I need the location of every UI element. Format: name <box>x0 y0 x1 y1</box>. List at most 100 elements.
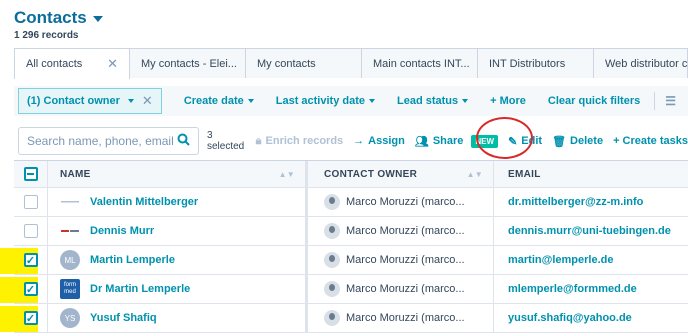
contacts-table: NAME ▲▼ CONTACT OWNER ▲▼ EMAIL Valentin Mi… <box>0 160 688 333</box>
action-label: Enrich records <box>265 135 344 147</box>
filter-list-icon[interactable]: ☰ <box>665 94 676 108</box>
chevron-down-icon <box>127 99 134 103</box>
sort-icon[interactable]: ▲▼ <box>279 170 295 179</box>
view-tabs: All contacts ✕ My contacts - Elei... My … <box>14 48 688 79</box>
row-check-cell: ✓ <box>0 246 48 274</box>
owner-avatar <box>324 252 340 268</box>
owner-name: Marco Moruzzi (marco... <box>346 196 465 208</box>
row-checkbox[interactable]: ✓ <box>23 282 38 296</box>
tab-my-contacts[interactable]: My contacts <box>246 48 362 78</box>
tab-label: Web distributor c <box>605 57 688 70</box>
create-date-filter[interactable]: Create date <box>184 95 254 107</box>
row-checkbox[interactable]: ✓ <box>23 311 38 325</box>
table-row[interactable]: Valentin Mittelberger Marco Moruzzi (mar… <box>14 188 688 217</box>
contact-owner-filter-chip[interactable]: (1) Contact owner ✕ <box>18 88 162 114</box>
column-label: CONTACT OWNER <box>324 168 418 180</box>
email-link[interactable]: dennis.murr@uni-tuebingen.de <box>494 217 688 245</box>
column-header-owner[interactable]: CONTACT OWNER ▲▼ <box>308 161 494 187</box>
tab-label: My contacts - Elei... <box>141 57 237 70</box>
selected-count: 3 selected <box>207 130 245 152</box>
column-header-name[interactable]: NAME ▲▼ <box>48 161 308 187</box>
name-cell: Valentin Mittelberger <box>48 188 308 216</box>
lock-icon: 🔒︎ <box>255 134 262 147</box>
contact-name-link[interactable]: Dennis Murr <box>90 225 154 237</box>
tab-label: All contacts <box>26 58 83 70</box>
last-activity-filter[interactable]: Last activity date <box>276 95 375 107</box>
row-check-cell: ✓ <box>0 304 48 332</box>
row-checkbox[interactable] <box>23 224 38 238</box>
owner-avatar <box>324 194 340 210</box>
chevron-down-icon[interactable] <box>92 16 103 22</box>
tab-main-contacts-int[interactable]: Main contacts INT... <box>362 48 478 78</box>
chip-label: (1) Contact owner <box>27 95 120 107</box>
tab-web-distributor[interactable]: Web distributor c <box>594 48 688 78</box>
delete-button[interactable]: 🗑︎ Delete <box>552 135 603 148</box>
email-link[interactable]: yusuf.shafiq@yahoo.de <box>494 304 688 332</box>
owner-cell: Marco Moruzzi (marco... <box>308 304 494 332</box>
users-icon: 👥︎ <box>414 135 429 148</box>
table-row[interactable]: ✓ YS Yusuf Shafiq Marco Moruzzi (marco..… <box>0 304 688 333</box>
sort-icon[interactable]: ▲▼ <box>467 170 483 179</box>
record-count: 1 296 records <box>14 30 79 41</box>
table-row[interactable]: Dennis Murr Marco Moruzzi (marco... denn… <box>14 217 688 246</box>
clear-quick-filters-button[interactable]: Clear quick filters <box>548 95 640 107</box>
row-checkbox[interactable] <box>23 195 38 209</box>
university-logo-icon <box>60 221 80 241</box>
tab-all-contacts[interactable]: All contacts ✕ <box>14 48 130 79</box>
column-label: EMAIL <box>508 168 541 180</box>
row-checkbox[interactable]: ✓ <box>23 253 38 267</box>
table-row[interactable]: ✓ form med Dr Martin Lemperle Marco Moru… <box>0 275 688 304</box>
table-row[interactable]: ✓ ML Martin Lemperle Marco Moruzzi (marc… <box>0 246 688 275</box>
owner-avatar <box>324 310 340 326</box>
tab-int-distributors[interactable]: INT Distributors <box>478 48 594 78</box>
select-all-checkbox[interactable] <box>23 167 38 181</box>
chevron-down-icon <box>247 99 254 103</box>
tab-my-contacts-elei[interactable]: My contacts - Elei... <box>130 48 246 78</box>
contact-name-link[interactable]: Dr Martin Lemperle <box>90 283 190 295</box>
owner-name: Marco Moruzzi (marco... <box>346 225 465 237</box>
lead-status-filter[interactable]: Lead status <box>397 95 469 107</box>
page-header: Contacts 1 296 records <box>14 8 103 41</box>
contact-name-link[interactable]: Martin Lemperle <box>90 254 175 266</box>
assign-button[interactable]: → Assign <box>353 135 405 147</box>
search-box[interactable] <box>18 127 199 155</box>
action-label: Assign <box>368 135 405 147</box>
avatar: YS <box>60 308 80 328</box>
new-badge: NEW <box>471 134 499 148</box>
column-header-email[interactable]: EMAIL <box>494 161 688 187</box>
company-logo-icon <box>60 192 80 212</box>
name-cell: YS Yusuf Shafiq <box>48 304 308 332</box>
trash-icon: 🗑︎ <box>552 135 567 148</box>
name-cell: ML Martin Lemperle <box>48 246 308 274</box>
contact-name-link[interactable]: Yusuf Shafiq <box>90 312 157 324</box>
filter-label: Last activity date <box>275 95 365 107</box>
email-link[interactable]: martin@lemperle.de <box>494 246 688 274</box>
close-icon[interactable]: ✕ <box>142 93 153 109</box>
search-icon[interactable] <box>177 133 190 149</box>
close-icon[interactable]: ✕ <box>107 56 118 72</box>
email-link[interactable]: dr.mittelberger@zz-m.info <box>494 188 688 216</box>
edit-button[interactable]: ✎ Edit <box>508 135 542 148</box>
create-tasks-button[interactable]: + Create tasks <box>613 135 688 147</box>
row-check-cell: ✓ <box>0 275 48 303</box>
owner-cell: Marco Moruzzi (marco... <box>308 246 494 274</box>
row-check-cell <box>14 217 48 245</box>
owner-name: Marco Moruzzi (marco... <box>346 254 465 266</box>
email-link[interactable]: mlemperle@formmed.de <box>494 275 688 303</box>
filter-label: Lead status <box>397 95 459 107</box>
page-title[interactable]: Contacts <box>14 8 87 28</box>
owner-name: Marco Moruzzi (marco... <box>346 283 465 295</box>
column-label: NAME <box>60 168 91 180</box>
share-button[interactable]: 👥︎ Share NEW <box>414 134 499 148</box>
owner-avatar <box>324 281 340 297</box>
more-filters-button[interactable]: + More <box>490 95 526 107</box>
row-check-cell <box>14 188 48 216</box>
name-cell: form med Dr Martin Lemperle <box>48 275 308 303</box>
owner-cell: Marco Moruzzi (marco... <box>308 275 494 303</box>
tab-label: INT Distributors <box>489 57 566 70</box>
enrich-records-button[interactable]: 🔒︎ Enrich records <box>256 135 344 148</box>
search-input[interactable] <box>27 134 177 148</box>
contact-name-link[interactable]: Valentin Mittelberger <box>90 196 198 208</box>
tab-label: Main contacts INT... <box>373 57 470 70</box>
action-label: Edit <box>521 135 543 147</box>
